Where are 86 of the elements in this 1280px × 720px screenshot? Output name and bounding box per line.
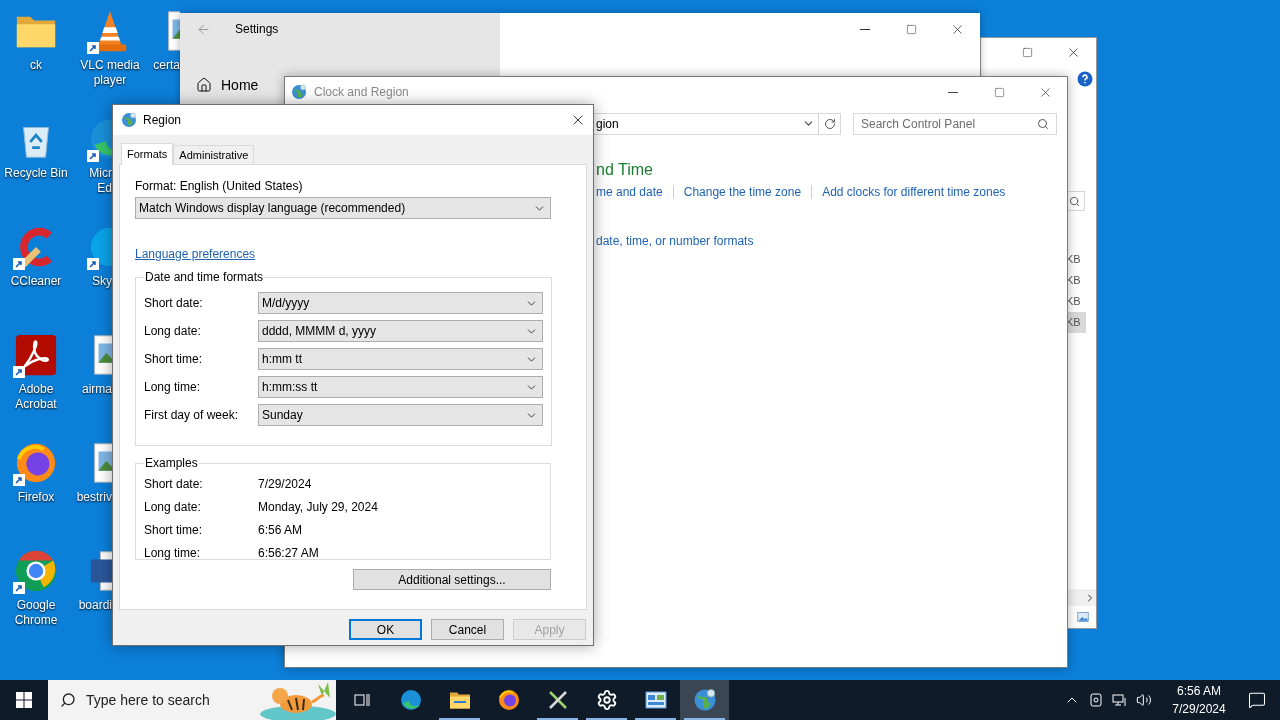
shortcut-arrow-icon [13,474,25,486]
refresh-button[interactable] [819,113,841,135]
windows-logo-icon [16,692,32,708]
maximize-icon [1021,46,1033,58]
clock[interactable]: 6:56 AM 7/29/2024 [1164,682,1234,718]
search-icon[interactable] [1069,195,1080,207]
example-value: 6:56 AM [258,521,303,539]
desktop-icon-label[interactable]: Sky [74,274,112,289]
field-label: Long date: [144,498,202,516]
search-field[interactable]: Search Control Panel [853,113,1057,135]
dropdown[interactable]: dddd, MMMM d, yyyy [258,320,543,342]
dropdown[interactable]: h:mm:ss tt [258,376,543,398]
shortcut-arrow-icon [87,258,99,270]
maximize-icon [993,86,1005,98]
desktop-icon-label[interactable]: Google Chrome [0,598,76,628]
example-value: 6:56:27 AM [258,544,319,562]
search-box[interactable]: Type here to search [48,680,336,720]
minimize-icon [948,91,958,93]
dropdown[interactable]: Sunday [258,404,543,426]
desktop-icon-label[interactable]: Adobe Acrobat [0,382,76,412]
field-label: Long time: [144,544,202,562]
control-panel-icon [643,688,668,712]
dropdown[interactable]: h:mm tt [258,348,543,370]
section-heading: nd Time [596,160,654,180]
dialog-button[interactable]: Cancel [431,619,504,640]
search-icon[interactable] [1037,118,1049,130]
field-label: Long date: [144,323,202,340]
link[interactable]: Change the time zone [683,183,802,201]
home-icon [196,77,212,93]
browser-icon [496,688,521,712]
link[interactable]: Add clocks for different time zones [822,183,1006,201]
tab[interactable]: Formats [121,143,174,165]
search-icon [60,692,76,708]
globe-icon [291,84,307,100]
window-title: Settings [235,21,279,38]
desktop-icon-label[interactable]: airma [74,382,112,397]
device-icon[interactable] [1088,692,1104,708]
shortcut-arrow-icon [13,366,25,378]
app-icon[interactable] [13,332,59,378]
minimize-icon [860,28,870,30]
shortcut-arrow-icon [87,150,99,162]
example-value: 7/29/2024 [258,475,312,493]
additional-settings-button[interactable]: Additional settings... [353,569,551,590]
address-bar[interactable]: gion [591,113,819,135]
shortcut-arrow-icon [13,582,25,594]
dropdown[interactable]: Match Windows display language (recommended) [135,197,551,219]
desktop-icon-label[interactable]: Micr Ed [74,166,112,196]
example-value: Monday, July 29, 2024 [258,498,378,516]
nav-item[interactable]: Home [196,70,259,100]
browser-icon [398,688,423,712]
desktop-icon-label[interactable]: CCleaner [0,274,76,289]
maximize-icon [905,23,917,35]
field-label: Short time: [144,521,204,539]
settings-icon [595,689,618,711]
globe-icon [121,112,137,128]
shortcut-arrow-icon [87,42,99,54]
group-title: Date and time formats [144,269,265,286]
link[interactable]: Language preferences [135,245,256,263]
dialog-title: Region [143,112,182,129]
image-view-icon[interactable] [1076,611,1090,623]
link[interactable]: me and date [596,183,663,201]
desktop-icon-label[interactable]: Recycle Bin [0,166,76,181]
volume-icon[interactable] [1136,692,1152,708]
refresh-icon [823,118,836,130]
help-icon[interactable] [1077,71,1093,87]
field-label: First day of week: [144,407,240,424]
field-label: Short date: [144,475,204,493]
desktop-icon-label[interactable]: boardi [74,598,112,613]
desktop-icon-label[interactable]: certa [148,58,180,73]
link[interactable]: date, time, or number formats [596,232,1067,250]
field-label: Long time: [144,379,202,396]
field-label: Short date: [144,295,204,312]
window-title: Clock and Region [314,84,409,101]
dialog-button[interactable]: OK [349,619,422,640]
format-label: Format: English (United States) [135,179,304,194]
globe-icon [692,688,717,712]
field-label: Short time: [144,351,204,368]
group-title: Examples [144,455,199,472]
desktop-icon-label[interactable]: Firefox [0,490,76,505]
dropdown[interactable]: M/d/yyyy [258,292,543,314]
desktop-icon-label[interactable]: bestriv [74,490,112,505]
notification-icon [1248,691,1266,709]
tab[interactable]: Administrative [173,145,255,164]
shortcut-arrow-icon [13,258,25,270]
network-icon[interactable] [1112,692,1128,708]
browser-icon[interactable] [13,548,59,594]
